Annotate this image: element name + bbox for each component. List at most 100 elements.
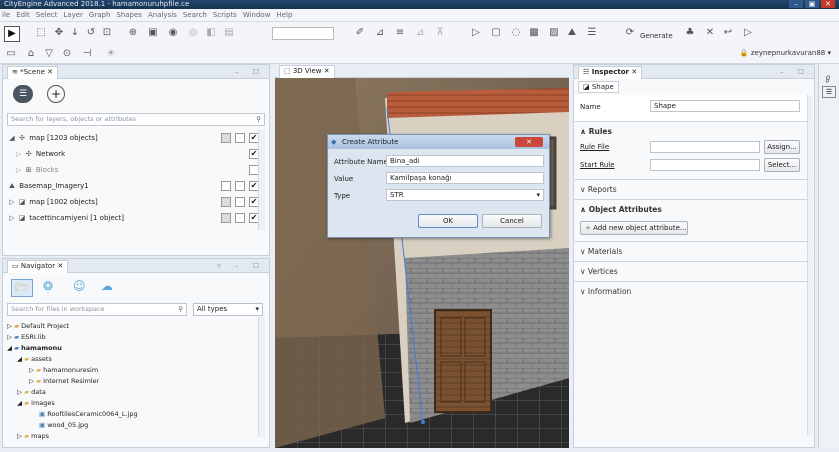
align-icon[interactable]: ▣ (146, 26, 160, 40)
tab-3d-view[interactable]: ⬚ 3D View ✕ (279, 65, 335, 78)
menu-select[interactable]: Select (36, 11, 58, 19)
select-button[interactable]: Select... (764, 158, 800, 172)
page-icon[interactable]: ▤ (222, 26, 236, 40)
tree-item[interactable]: ▷ ▰ Default Project (7, 321, 269, 332)
texture-icon[interactable]: ▩ (526, 26, 542, 40)
panel-controls[interactable]: ▿ – ☐ (217, 262, 265, 270)
edit-icon[interactable]: ◧ (204, 26, 218, 40)
tree-item[interactable]: ▷ ▰ data (7, 387, 269, 398)
move-down-icon[interactable]: ↓ (68, 26, 82, 40)
layer-row[interactable]: ▷ ⊞ Blocks (7, 162, 269, 178)
tree-expand-icon[interactable]: ▷ (14, 146, 24, 162)
rule-file-link[interactable]: Rule File (580, 143, 609, 151)
polygon-street-icon[interactable]: ✐ (352, 26, 368, 40)
menu-layer[interactable]: Layer (63, 11, 83, 19)
lock-checkbox[interactable] (221, 213, 231, 223)
move-icon[interactable]: ✥ (52, 26, 66, 40)
close-window-button[interactable]: ✕ (821, 0, 835, 8)
ok-button[interactable]: OK (418, 214, 478, 228)
layer-row[interactable]: ◢ ✣ map [1203 objects] ✔ (7, 130, 269, 146)
user-account[interactable]: 🔒 zeynepnurkavuran88 ▾ (740, 49, 831, 57)
vertices-section-header[interactable]: ∨ Vertices (574, 261, 814, 281)
tab-navigator[interactable]: ▭ Navigator ✕ (7, 260, 69, 273)
lock-checkbox[interactable] (221, 197, 231, 207)
script-icon[interactable]: ℊ (824, 72, 832, 83)
tree-item[interactable]: ▷ ▰ hamamonuresim (7, 365, 269, 376)
transform-icon[interactable]: ⊕ (126, 26, 140, 40)
menu-file[interactable]: ile (2, 11, 10, 19)
search-icon[interactable]: ⚲ (178, 304, 183, 315)
camera-icon[interactable]: ◉ (166, 26, 180, 40)
lamp-icon[interactable]: ☀ (104, 47, 118, 61)
tree-item[interactable]: ▣ RooftilesCeramic0064_L.jpg (7, 409, 269, 420)
navigator-scrollbar[interactable] (258, 317, 265, 437)
align-terrain-icon[interactable]: ⊣ (80, 47, 94, 61)
rotate-icon[interactable]: ↺ (84, 26, 98, 40)
lock-checkbox[interactable] (221, 181, 231, 191)
cleanup-icon[interactable]: ✕ (702, 26, 718, 40)
assign-button[interactable]: Assign... (764, 140, 800, 154)
panel-controls[interactable]: – ☐ (235, 68, 265, 76)
marquee-select-icon[interactable]: ⬚ (34, 26, 48, 40)
rule-icon[interactable]: ♣ (682, 26, 698, 40)
circle-shape-icon[interactable]: ◌ (508, 26, 524, 40)
users-icon[interactable]: ☺ (73, 279, 86, 293)
selection-vertex[interactable] (421, 420, 425, 424)
layer-icon[interactable]: ☰ (584, 26, 600, 40)
tab-shape[interactable]: ◪ Shape (578, 81, 619, 93)
street-tool-icon[interactable]: ⊿ (372, 26, 388, 40)
snap-icon[interactable]: ◎ (186, 26, 200, 40)
globe-icon[interactable]: ❂ (43, 279, 53, 293)
generate-icon[interactable]: ⟳ (622, 26, 638, 40)
visibility-checkbox[interactable] (235, 133, 245, 143)
scale-icon[interactable]: ⊡ (100, 26, 114, 40)
file-type-select[interactable]: All types ▾ (193, 303, 263, 316)
layer-row[interactable]: ▷ ◪ tacettincamiyeni [1 object] ✔ (7, 210, 269, 226)
add-layer-icon[interactable]: + (47, 85, 65, 103)
bookmark-icon[interactable]: ⌂ (24, 47, 38, 61)
rules-section-header[interactable]: ∧ Rules (574, 121, 814, 141)
tree-item[interactable]: ◢ ▰ hamamonu (7, 343, 269, 354)
start-rule-link[interactable]: Start Rule (580, 161, 615, 169)
add-attribute-button[interactable]: + Add new object attribute... (580, 221, 688, 235)
cancel-button[interactable]: Cancel (482, 214, 542, 228)
menu-shapes[interactable]: Shapes (116, 11, 142, 19)
paint-icon[interactable]: ▨ (546, 26, 562, 40)
layer-row[interactable]: ▷ ◪ map [1002 objects] ✔ (7, 194, 269, 210)
grow-tool-icon[interactable]: ⊼ (432, 26, 448, 40)
menu-edit[interactable]: Edit (16, 11, 30, 19)
layer-row[interactable]: ▷ ✣ Network ✔ (7, 146, 269, 162)
visibility-checkbox[interactable] (235, 197, 245, 207)
curve-tool-icon[interactable]: ⊿ (412, 26, 428, 40)
attribute-name-input[interactable]: Bina_adi (386, 155, 544, 167)
tree-item[interactable]: ▷ ▰ ESRI.lib (7, 332, 269, 343)
rule-file-input[interactable] (650, 141, 760, 153)
object-attributes-section-header[interactable]: ∧ Object Attributes (574, 199, 814, 219)
lane-tool-icon[interactable]: ≡ (392, 26, 408, 40)
name-input[interactable]: Shape (650, 100, 800, 112)
scene-scrollbar[interactable] (258, 130, 265, 230)
menu-window[interactable]: Window (243, 11, 271, 19)
layer-row[interactable]: ⛰ Basemap_Imagery1 ✔ (7, 178, 269, 194)
tree-expand-icon[interactable]: ▷ (14, 162, 24, 178)
maximize-button[interactable]: ▣ (805, 0, 819, 8)
search-icon[interactable]: ⚲ (256, 114, 261, 125)
materials-section-header[interactable]: ∨ Materials (574, 241, 814, 261)
terrain-icon[interactable]: ⛰ (564, 26, 580, 40)
grid-icon[interactable]: ▭ (4, 47, 18, 61)
menu-help[interactable]: Help (276, 11, 292, 19)
select-tool-icon[interactable]: ▶ (4, 26, 20, 42)
tree-item[interactable]: ▣ wood_05.jpg (7, 420, 269, 431)
undo-icon[interactable]: ↩ (720, 26, 736, 40)
tab-inspector[interactable]: ☷ Inspector ✕ (578, 66, 643, 79)
scene-search-input[interactable]: Search for layers, objects or attributes… (7, 113, 265, 126)
visibility-checkbox[interactable] (235, 181, 245, 191)
tab-scene[interactable]: ≋ *Scene ✕ (7, 66, 59, 79)
dialog-close-button[interactable]: ✕ (515, 137, 543, 147)
panel-controls[interactable]: – ☐ (780, 68, 810, 76)
menu-graph[interactable]: Graph (89, 11, 110, 19)
tree-expand-icon[interactable]: ◢ (7, 130, 17, 146)
layers-icon[interactable]: ☰ (13, 85, 33, 103)
shape-tool-icon[interactable]: ▷ (468, 26, 484, 40)
tree-item[interactable]: ▷ ▰ Internet Resimler (7, 376, 269, 387)
